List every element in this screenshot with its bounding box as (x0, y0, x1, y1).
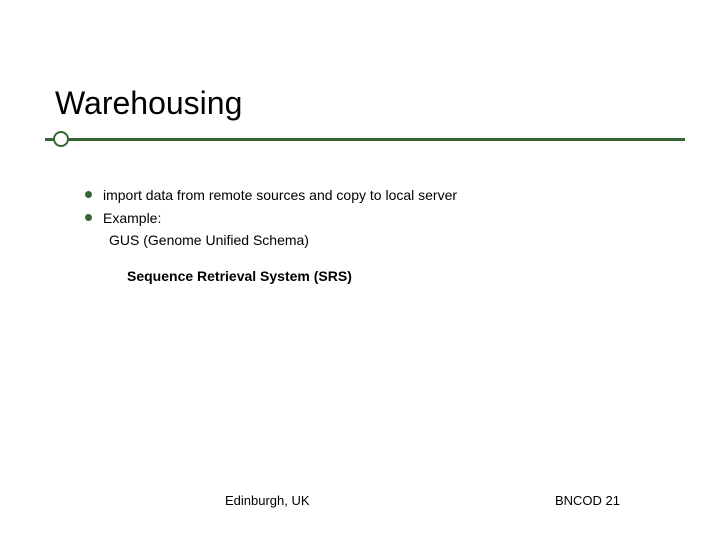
content-area: import data from remote sources and copy… (55, 185, 665, 288)
list-item: import data from remote sources and copy… (103, 185, 665, 207)
bullet-list: import data from remote sources and copy… (85, 185, 665, 229)
secondary-item: Sequence Retrieval System (SRS) (85, 266, 665, 288)
footer-event: BNCOD 21 (555, 493, 620, 508)
divider-line (45, 138, 685, 141)
footer-location: Edinburgh, UK (225, 493, 310, 508)
spacer (85, 252, 665, 266)
title-divider (55, 130, 665, 150)
slide-container: Warehousing import data from remote sour… (0, 0, 720, 540)
slide-footer: Edinburgh, UK BNCOD 21 (0, 493, 720, 508)
list-item: Example: (103, 208, 665, 230)
divider-circle-icon (53, 131, 69, 147)
slide-title: Warehousing (55, 85, 665, 122)
example-detail: GUS (Genome Unified Schema) (85, 230, 665, 252)
